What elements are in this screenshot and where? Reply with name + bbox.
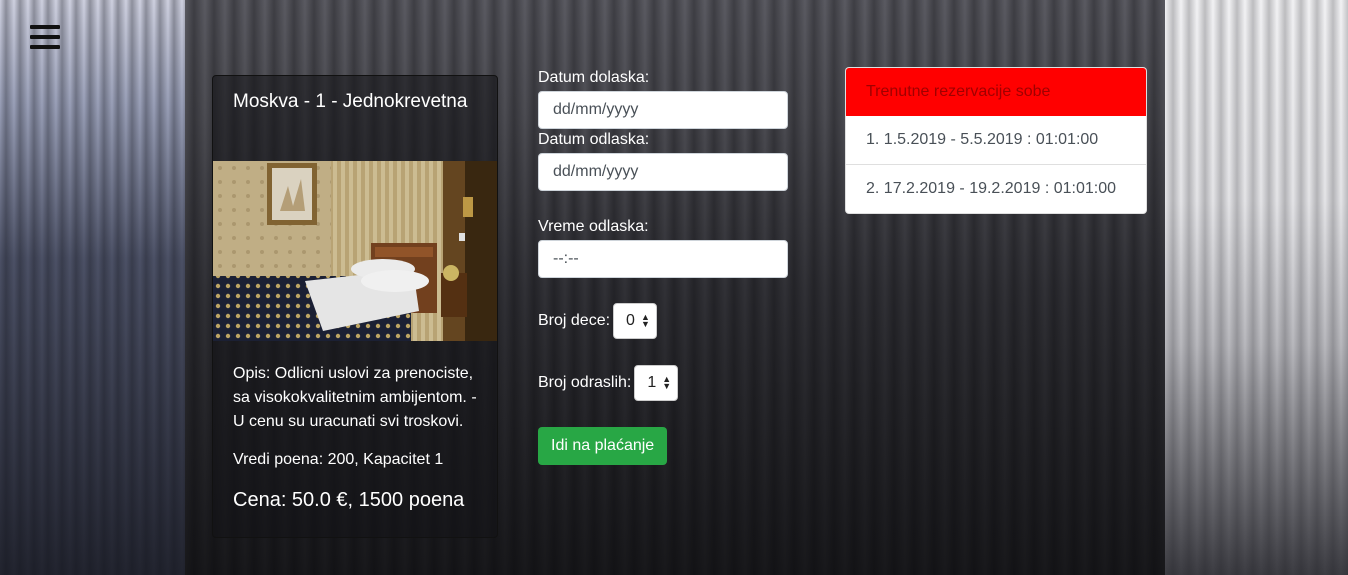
background-forest-left (0, 0, 185, 575)
adults-row: Broj odraslih: 1 ▲ ▼ (538, 365, 788, 401)
children-value: 0 (626, 312, 635, 329)
select-arrows-icon: ▲ ▼ (640, 312, 650, 329)
departure-time-input[interactable]: --:-- (538, 240, 788, 278)
reservation-item: 2. 17.2.2019 - 19.2.2019 : 01:01:00 (846, 164, 1146, 213)
adults-select[interactable]: 1 ▲ ▼ (634, 365, 679, 401)
go-to-payment-button[interactable]: Idi na plaćanje (538, 427, 668, 465)
adults-label: Broj odraslih: (538, 374, 632, 391)
menu-bar (30, 25, 60, 29)
arrival-date-label: Datum dolaska: (538, 69, 650, 86)
departure-date-label: Datum odlaska: (538, 131, 650, 148)
select-arrows-icon: ▲ ▼ (662, 374, 672, 391)
arrival-date-input[interactable]: dd/mm/yyyy (538, 91, 788, 129)
hamburger-menu-icon[interactable] (30, 25, 60, 51)
reservations-header: Trenutne rezervacije sobe (846, 68, 1146, 116)
room-price: Cena: 50.0 €, 1500 poena (233, 489, 465, 511)
room-photo (213, 161, 497, 341)
room-points-capacity: Vredi poena: 200, Kapacitet 1 (233, 451, 444, 468)
children-select[interactable]: 0 ▲ ▼ (613, 303, 657, 339)
adults-value: 1 (647, 374, 657, 391)
menu-bar (30, 45, 60, 49)
background-forest-right (1165, 0, 1348, 575)
current-reservations-list: Trenutne rezervacije sobe 1. 1.5.2019 - … (845, 67, 1147, 214)
departure-date-input[interactable]: dd/mm/yyyy (538, 153, 788, 191)
children-label: Broj dece: (538, 312, 611, 329)
room-title: Moskva - 1 - Jednokrevetna (233, 91, 468, 112)
room-photo-illustration (213, 161, 497, 341)
children-row: Broj dece: 0 ▲ ▼ (538, 303, 788, 339)
departure-time-label: Vreme odlaska: (538, 218, 649, 235)
room-description: Opis: Odlicni uslovi za prenociste, sa v… (233, 365, 477, 430)
menu-bar (30, 35, 60, 39)
reservation-form: Datum dolaska: dd/mm/yyyy Datum odlaska:… (538, 68, 788, 465)
room-card: Moskva - 1 - Jednokrevetna Opis: Odlicni… (212, 75, 498, 538)
room-details: Opis: Odlicni uslovi za prenociste, sa v… (233, 362, 483, 512)
reservation-item: 1. 1.5.2019 - 5.5.2019 : 01:01:00 (846, 116, 1146, 164)
